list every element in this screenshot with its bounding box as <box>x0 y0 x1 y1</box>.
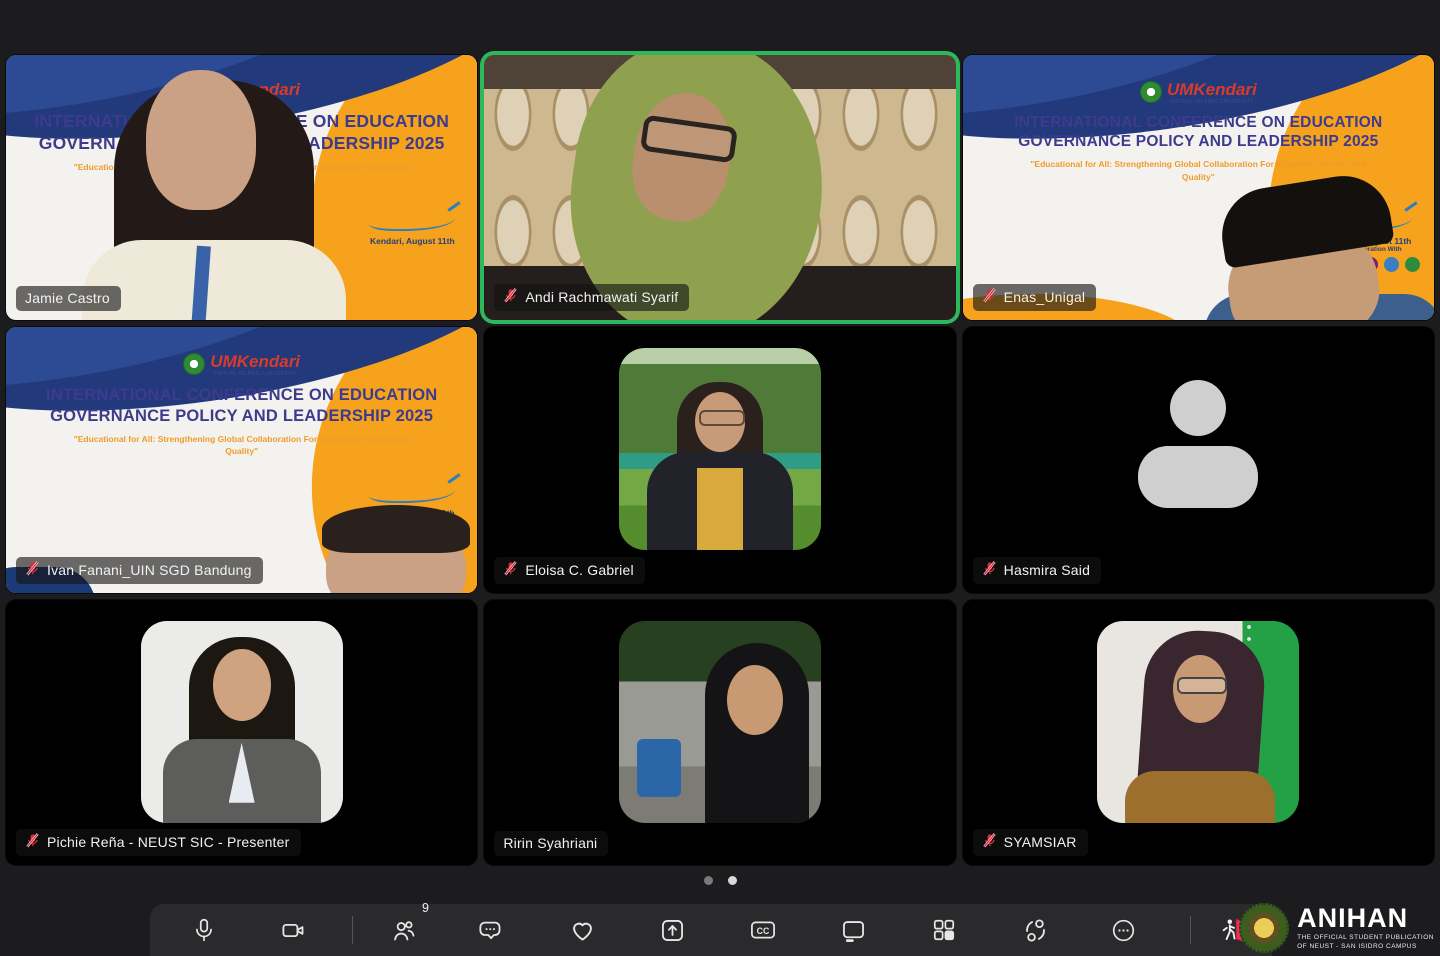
name-label: Jamie Castro <box>16 286 121 311</box>
reactions-button[interactable] <box>560 908 604 952</box>
participant-tile-ririn-syahriani[interactable]: Ririn Syahriani <box>484 600 955 865</box>
heart-reaction-icon <box>569 917 596 944</box>
video-camera-icon <box>280 917 307 944</box>
participant-tile-eloisa-gabriel[interactable]: Eloisa C. Gabriel <box>484 327 955 592</box>
whiteboard-button[interactable] <box>831 908 875 952</box>
profile-photo <box>141 621 343 823</box>
participants-icon <box>390 917 417 944</box>
svg-text:CC: CC <box>757 926 770 936</box>
anihan-logo-icon <box>1239 903 1289 953</box>
captions-button[interactable]: CC <box>741 908 785 952</box>
more-icon <box>1110 917 1137 944</box>
whiteboard-icon <box>840 917 867 944</box>
anihan-title: ANIHAN <box>1297 905 1434 932</box>
name-label: Andi Rachmawati Syarif <box>494 284 689 311</box>
signature-graphic <box>369 209 455 231</box>
name-label: Enas_Unigal <box>973 284 1097 311</box>
page-dot-2[interactable] <box>728 876 737 885</box>
participant-tile-jamie-castro[interactable]: UMKendari INTERNATIONAL CONFERENCE ON ED… <box>6 55 477 320</box>
name-label: Pichie Reña - NEUST SIC - Presenter <box>16 829 301 856</box>
page-indicator <box>0 876 1440 885</box>
umkendari-logo-icon <box>1140 81 1162 103</box>
name-label: Ivan Fanani_UIN SGD Bandung <box>16 557 263 584</box>
participant-tile-pichie-rena[interactable]: Pichie Reña - NEUST SIC - Presenter <box>6 600 477 865</box>
meeting-toolbar: 9 CC <box>150 904 1272 956</box>
muted-mic-icon <box>503 561 518 576</box>
chat-icon <box>477 917 504 944</box>
participants-count-badge: 9 <box>422 901 429 915</box>
toolbar-divider <box>1190 916 1191 944</box>
muted-mic-icon <box>25 833 40 848</box>
muted-mic-icon <box>982 561 997 576</box>
toolbar-divider <box>352 916 353 944</box>
participant-tile-ivan-fanani[interactable]: UMKendari VIRTUAL ISLAMIC UNIVERSITY INT… <box>6 327 477 592</box>
muted-mic-icon <box>25 561 40 576</box>
name-label: Eloisa C. Gabriel <box>494 557 644 584</box>
anihan-watermark: ANIHAN THE OFFICIAL STUDENT PUBLICATION … <box>1239 903 1434 953</box>
more-button[interactable] <box>1101 908 1145 952</box>
participant-tile-enas-unigal[interactable]: UMKendari VIRTUAL ISLAMIC UNIVERSITY INT… <box>963 55 1434 320</box>
conference-title: INTERNATIONAL CONFERENCE ON EDUCATION GO… <box>46 385 437 426</box>
participant-tile-andi-rachmawati[interactable]: Andi Rachmawati Syarif <box>484 55 955 320</box>
participant-tile-syamsiar[interactable]: SYAMSIAR <box>963 600 1434 865</box>
microphone-button[interactable] <box>182 908 226 952</box>
anihan-subtitle: THE OFFICIAL STUDENT PUBLICATION OF NEUS… <box>1297 934 1434 952</box>
muted-mic-icon <box>503 288 518 303</box>
avatar-placeholder-icon <box>1138 380 1258 508</box>
name-label: Ririn Syahriani <box>494 831 608 856</box>
profile-photo <box>1097 621 1299 823</box>
conference-title: INTERNATIONAL CONFERENCE ON EDUCATION GO… <box>1014 113 1382 152</box>
umkendari-logo-icon <box>183 353 205 375</box>
microphone-icon <box>191 917 217 943</box>
share-screen-icon <box>659 917 686 944</box>
captions-icon: CC <box>749 916 777 944</box>
name-label: Hasmira Said <box>973 557 1101 584</box>
participant-tile-hasmira-said[interactable]: Hasmira Said <box>963 327 1434 592</box>
profile-photo <box>619 348 821 550</box>
muted-mic-icon <box>982 288 997 303</box>
apps-button[interactable] <box>922 908 966 952</box>
muted-mic-icon <box>982 833 997 848</box>
share-screen-button[interactable] <box>650 908 694 952</box>
breakout-rooms-button[interactable] <box>1013 908 1057 952</box>
signature-graphic <box>369 481 455 503</box>
name-label: SYAMSIAR <box>973 829 1088 856</box>
video-button[interactable] <box>271 908 315 952</box>
profile-photo <box>619 621 821 823</box>
apps-grid-icon <box>931 917 957 943</box>
video-grid: UMKendari INTERNATIONAL CONFERENCE ON ED… <box>6 55 1434 865</box>
conference-subtitle: "Educational for All: Strengthening Glob… <box>58 433 426 459</box>
page-dot-1[interactable] <box>704 876 713 885</box>
breakout-rooms-icon <box>1022 917 1049 944</box>
chat-button[interactable] <box>468 908 512 952</box>
participants-button[interactable]: 9 <box>381 908 425 952</box>
